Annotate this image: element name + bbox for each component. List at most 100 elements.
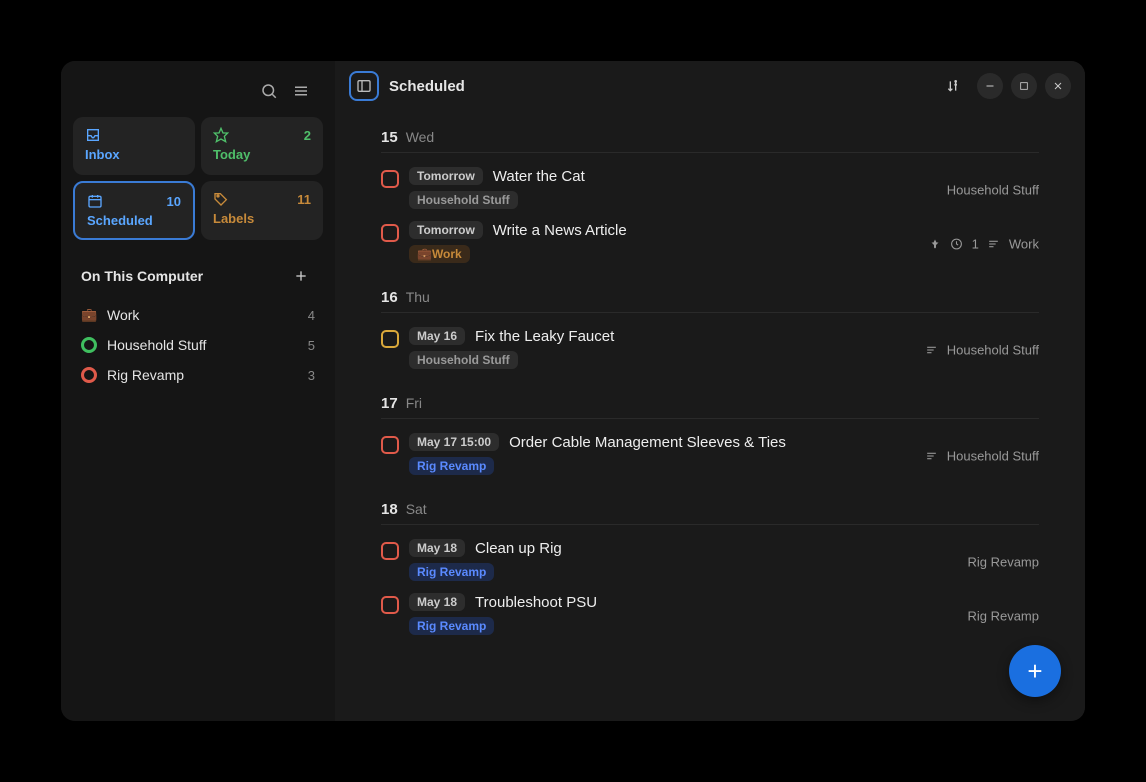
- nav-labels[interactable]: 11 Labels: [201, 181, 323, 240]
- project-count: 5: [308, 338, 315, 353]
- task-date-chip: Tomorrow: [409, 221, 483, 239]
- task-checkbox[interactable]: [381, 436, 399, 454]
- notes-icon: [987, 237, 1001, 251]
- task-tag-chip[interactable]: Rig Revamp: [409, 457, 494, 475]
- task-checkbox[interactable]: [381, 542, 399, 560]
- task-project-label: Household Stuff: [947, 343, 1039, 358]
- task-date-chip: May 16: [409, 327, 465, 345]
- clock-icon: [950, 237, 964, 251]
- project-count: 3: [308, 368, 315, 383]
- section-title: On This Computer: [81, 268, 203, 284]
- nav-labels-label: Labels: [213, 211, 311, 226]
- project-name: Rig Revamp: [107, 367, 298, 383]
- task-checkbox[interactable]: [381, 330, 399, 348]
- task-meta: 1 Work: [928, 237, 1039, 252]
- project-item[interactable]: Household Stuff 5: [73, 330, 323, 360]
- day-number: 18: [381, 501, 398, 518]
- task-meta: Household Stuff: [947, 183, 1039, 198]
- project-dot-icon: [81, 367, 97, 383]
- plus-icon: +: [1027, 656, 1042, 687]
- task-title: Water the Cat: [493, 168, 585, 185]
- project-name: Household Stuff: [107, 337, 298, 353]
- notes-icon: [925, 449, 939, 463]
- add-task-fab[interactable]: +: [1009, 645, 1061, 697]
- task-row[interactable]: May 17 15:00 Order Cable Management Sleev…: [381, 429, 1039, 483]
- star-icon: [213, 127, 229, 143]
- close-button[interactable]: [1045, 73, 1071, 99]
- task-checkbox[interactable]: [381, 224, 399, 242]
- task-title: Order Cable Management Sleeves & Ties: [509, 434, 786, 451]
- task-project-label: Rig Revamp: [967, 609, 1039, 624]
- task-title: Write a News Article: [493, 222, 627, 239]
- day-of-week: Sat: [406, 501, 427, 517]
- pin-icon: [928, 237, 942, 251]
- reminder-count: 1: [972, 237, 979, 252]
- nav-labels-count: 11: [297, 192, 311, 207]
- project-item[interactable]: 💼 Work 4: [73, 300, 323, 330]
- task-tag-chip[interactable]: Household Stuff: [409, 191, 518, 209]
- task-checkbox[interactable]: [381, 596, 399, 614]
- task-row[interactable]: May 16 Fix the Leaky Faucet Household Stuf…: [381, 323, 1039, 377]
- nav-inbox[interactable]: Inbox: [73, 117, 195, 175]
- app-window: Inbox 2 Today 10 Scheduled: [61, 61, 1085, 721]
- nav-today-count: 2: [304, 128, 311, 143]
- briefcase-icon: 💼: [81, 307, 97, 323]
- day-number: 17: [381, 395, 398, 412]
- day-header: 18 Sat: [381, 483, 1039, 525]
- nav-inbox-label: Inbox: [85, 147, 183, 162]
- add-project-button[interactable]: [287, 262, 315, 290]
- task-meta: Household Stuff: [925, 343, 1039, 358]
- project-item[interactable]: Rig Revamp 3: [73, 360, 323, 390]
- nav-today-label: Today: [213, 147, 311, 162]
- task-title: Fix the Leaky Faucet: [475, 328, 614, 345]
- nav-scheduled-label: Scheduled: [87, 213, 181, 228]
- task-meta: Household Stuff: [925, 449, 1039, 464]
- day-header: 17 Fri: [381, 377, 1039, 419]
- task-project-label: Household Stuff: [947, 183, 1039, 198]
- task-row[interactable]: May 18 Troubleshoot PSU Rig Revamp Rig Reva…: [381, 589, 1039, 643]
- tag-icon: [213, 191, 229, 207]
- nav-scheduled[interactable]: 10 Scheduled: [73, 181, 195, 240]
- project-name: Work: [107, 307, 298, 323]
- task-date-chip: Tomorrow: [409, 167, 483, 185]
- search-icon[interactable]: [255, 77, 283, 105]
- notes-icon: [925, 343, 939, 357]
- task-row[interactable]: Tomorrow Water the Cat Household Stuff Hous…: [381, 163, 1039, 217]
- task-title: Clean up Rig: [475, 540, 562, 557]
- main-panel: Scheduled 15Wed Tomorrow Water the Cat Hous…: [335, 61, 1085, 721]
- task-project-label: Rig Revamp: [967, 555, 1039, 570]
- task-checkbox[interactable]: [381, 170, 399, 188]
- task-meta: Rig Revamp: [967, 555, 1039, 570]
- day-header: 16 Thu: [381, 271, 1039, 313]
- nav-today[interactable]: 2 Today: [201, 117, 323, 175]
- task-title: Troubleshoot PSU: [475, 594, 597, 611]
- day-header: 15Wed: [381, 111, 1039, 153]
- page-title: Scheduled: [389, 78, 465, 95]
- minimize-button[interactable]: [977, 73, 1003, 99]
- task-project-label: Household Stuff: [947, 449, 1039, 464]
- day-of-week: Thu: [406, 289, 430, 305]
- menu-icon[interactable]: [287, 77, 315, 105]
- sidebar: Inbox 2 Today 10 Scheduled: [61, 61, 335, 721]
- day-number: 16: [381, 289, 398, 306]
- sidebar-toggle-button[interactable]: [349, 71, 379, 101]
- task-date-chip: May 18: [409, 539, 465, 557]
- task-row[interactable]: Tomorrow Write a News Article 💼Work 1 Work: [381, 217, 1039, 271]
- day-of-week: Fri: [406, 395, 422, 411]
- task-date-chip: May 18: [409, 593, 465, 611]
- task-meta: Rig Revamp: [967, 609, 1039, 624]
- task-tag-chip[interactable]: Household Stuff: [409, 351, 518, 369]
- nav-scheduled-count: 10: [167, 194, 181, 209]
- task-tag-chip[interactable]: Rig Revamp: [409, 617, 494, 635]
- task-tag-chip[interactable]: Rig Revamp: [409, 563, 494, 581]
- task-row[interactable]: May 18 Clean up Rig Rig Revamp Rig Revamp: [381, 535, 1039, 589]
- task-date-chip: May 17 15:00: [409, 433, 499, 451]
- task-project-label: Work: [1009, 237, 1039, 252]
- task-tag-chip[interactable]: 💼Work: [409, 245, 470, 263]
- maximize-button[interactable]: [1011, 73, 1037, 99]
- project-dot-icon: [81, 337, 97, 353]
- sort-icon[interactable]: [939, 72, 967, 100]
- project-count: 4: [308, 308, 315, 323]
- calendar-icon: [87, 193, 103, 209]
- day-number: 15: [381, 129, 398, 146]
